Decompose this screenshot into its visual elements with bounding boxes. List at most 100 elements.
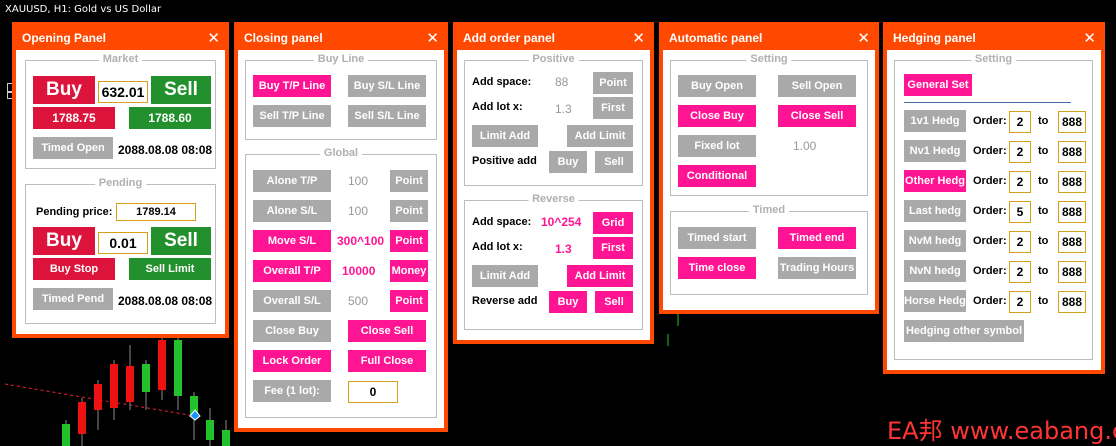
positive-lot-value[interactable]: 1.3 bbox=[555, 102, 572, 116]
pending-sell-button[interactable]: Sell bbox=[151, 227, 211, 255]
close-icon[interactable]: ✕ bbox=[426, 29, 439, 47]
hedging-panel-header[interactable]: Hedging panel ✕ bbox=[887, 26, 1101, 50]
close-icon[interactable]: ✕ bbox=[1083, 29, 1096, 47]
hedge-nvm-from-input[interactable]: 2 bbox=[1009, 231, 1031, 253]
sell-tp-line-button[interactable]: Sell T/P Line bbox=[253, 105, 331, 127]
buy-price-display[interactable]: 1788.75 bbox=[33, 107, 115, 129]
hedge-1v1-to-input[interactable]: 888 bbox=[1058, 111, 1086, 133]
timed-open-button[interactable]: Timed Open bbox=[33, 137, 113, 159]
buy-open-button[interactable]: Buy Open bbox=[678, 75, 756, 97]
conditional-button[interactable]: Conditional bbox=[678, 165, 756, 187]
auto-close-sell-button[interactable]: Close Sell bbox=[778, 105, 856, 127]
sell-price-display[interactable]: 1788.60 bbox=[129, 107, 211, 129]
market-buy-button[interactable]: Buy bbox=[33, 76, 95, 104]
overall-tp-value[interactable]: 10000 bbox=[342, 264, 375, 278]
alone-tp-value[interactable]: 100 bbox=[348, 174, 368, 188]
alone-sl-button[interactable]: Alone S/L bbox=[253, 200, 331, 222]
fixed-lot-button[interactable]: Fixed lot bbox=[678, 135, 756, 157]
trading-hours-button[interactable]: Trading Hours bbox=[778, 257, 856, 279]
opening-panel-header[interactable]: Opening Panel ✕ bbox=[16, 26, 225, 50]
lock-order-button[interactable]: Lock Order bbox=[253, 350, 331, 372]
overall-tp-unit-button[interactable]: Money bbox=[390, 260, 428, 282]
positive-limit-add-button[interactable]: Limit Add bbox=[472, 125, 538, 147]
timed-pend-button[interactable]: Timed Pend bbox=[33, 288, 113, 310]
close-buy-button[interactable]: Close Buy bbox=[253, 320, 331, 342]
reverse-sell-button[interactable]: Sell bbox=[595, 291, 633, 313]
alone-sl-value[interactable]: 100 bbox=[348, 204, 368, 218]
hedge-last-button[interactable]: Last hedg bbox=[904, 200, 966, 222]
hedge-nvn-button[interactable]: NvN hedg bbox=[904, 260, 966, 282]
hedge-1v1-from-input[interactable]: 2 bbox=[1009, 111, 1031, 133]
alone-tp-unit-button[interactable]: Point bbox=[390, 170, 428, 192]
general-set-button[interactable]: General Set bbox=[904, 74, 972, 96]
alone-tp-button[interactable]: Alone T/P bbox=[253, 170, 331, 192]
sell-sl-line-button[interactable]: Sell S/L Line bbox=[348, 105, 426, 127]
lot-size-input[interactable]: 632.01 bbox=[98, 81, 148, 103]
buy-sl-line-button[interactable]: Buy S/L Line bbox=[348, 75, 426, 97]
hedge-other-button[interactable]: Other Hedg bbox=[904, 170, 966, 192]
hedge-nvn-to-input[interactable]: 888 bbox=[1058, 261, 1086, 283]
closing-panel-header[interactable]: Closing panel ✕ bbox=[238, 26, 444, 50]
hedging-other-symbol-button[interactable]: Hedging other symbol bbox=[904, 320, 1024, 342]
auto-close-buy-button[interactable]: Close Buy bbox=[678, 105, 756, 127]
reverse-buy-button[interactable]: Buy bbox=[549, 291, 587, 313]
close-icon[interactable]: ✕ bbox=[632, 29, 645, 47]
overall-sl-unit-button[interactable]: Point bbox=[390, 290, 428, 312]
overall-sl-button[interactable]: Overall S/L bbox=[253, 290, 331, 312]
close-icon[interactable]: ✕ bbox=[207, 29, 220, 47]
sell-open-button[interactable]: Sell Open bbox=[778, 75, 856, 97]
market-sell-button[interactable]: Sell bbox=[151, 76, 211, 104]
fee-input[interactable]: 0 bbox=[348, 381, 398, 403]
positive-sell-button[interactable]: Sell bbox=[595, 151, 633, 173]
closing-panel-body: Buy Line Buy T/P Line Buy S/L Line Sell … bbox=[238, 50, 444, 428]
buy-stop-button[interactable]: Buy Stop bbox=[33, 258, 115, 280]
sell-limit-button[interactable]: Sell Limit bbox=[129, 258, 211, 280]
reverse-space-unit-button[interactable]: Grid bbox=[593, 212, 633, 234]
pending-lot-input[interactable]: 0.01 bbox=[98, 232, 148, 254]
hedge-nvn-from-input[interactable]: 2 bbox=[1009, 261, 1031, 283]
move-sl-unit-button[interactable]: Point bbox=[390, 230, 428, 252]
positive-add-limit-button[interactable]: Add Limit bbox=[567, 125, 633, 147]
buy-tp-line-button[interactable]: Buy T/P Line bbox=[253, 75, 331, 97]
hedge-1v1-button[interactable]: 1v1 Hedg bbox=[904, 110, 966, 132]
reverse-lot-unit-button[interactable]: First bbox=[593, 237, 633, 259]
time-close-button[interactable]: Time close bbox=[678, 257, 756, 279]
hedge-last-to-input[interactable]: 888 bbox=[1058, 201, 1086, 223]
buy-line-legend: Buy Line bbox=[313, 53, 369, 65]
fixed-lot-value[interactable]: 1.00 bbox=[793, 139, 816, 153]
hedge-other-from-input[interactable]: 2 bbox=[1009, 171, 1031, 193]
overall-sl-value[interactable]: 500 bbox=[348, 294, 368, 308]
alone-sl-unit-button[interactable]: Point bbox=[390, 200, 428, 222]
reverse-lot-value[interactable]: 1.3 bbox=[555, 242, 572, 256]
fee-button[interactable]: Fee (1 lot): bbox=[253, 380, 331, 402]
reverse-limit-add-button[interactable]: Limit Add bbox=[472, 265, 538, 287]
close-icon[interactable]: ✕ bbox=[857, 29, 870, 47]
positive-lot-unit-button[interactable]: First bbox=[593, 97, 633, 119]
pending-buy-button[interactable]: Buy bbox=[33, 227, 95, 255]
hedge-nvm-button[interactable]: NvM hedg bbox=[904, 230, 966, 252]
pending-price-input[interactable]: 1789.14 bbox=[116, 203, 196, 221]
add-order-panel-header[interactable]: Add order panel ✕ bbox=[457, 26, 650, 50]
timed-start-button[interactable]: Timed start bbox=[678, 227, 756, 249]
overall-tp-button[interactable]: Overall T/P bbox=[253, 260, 331, 282]
hedge-horse-button[interactable]: Horse Hedg bbox=[904, 290, 966, 312]
positive-buy-button[interactable]: Buy bbox=[549, 151, 587, 173]
timed-end-button[interactable]: Timed end bbox=[778, 227, 856, 249]
hedge-nv1-button[interactable]: Nv1 Hedg bbox=[904, 140, 966, 162]
positive-space-unit-button[interactable]: Point bbox=[593, 72, 633, 94]
hedge-other-to-input[interactable]: 888 bbox=[1058, 171, 1086, 193]
move-sl-value[interactable]: 300^100 bbox=[337, 234, 384, 248]
automatic-panel-header[interactable]: Automatic panel ✕ bbox=[663, 26, 875, 50]
full-close-button[interactable]: Full Close bbox=[348, 350, 426, 372]
hedge-last-from-input[interactable]: 5 bbox=[1009, 201, 1031, 223]
hedge-nvm-to-input[interactable]: 888 bbox=[1058, 231, 1086, 253]
close-sell-button[interactable]: Close Sell bbox=[348, 320, 426, 342]
move-sl-button[interactable]: Move S/L bbox=[253, 230, 331, 252]
positive-space-value[interactable]: 88 bbox=[555, 75, 568, 89]
reverse-add-limit-button[interactable]: Add Limit bbox=[567, 265, 633, 287]
hedge-nv1-to-input[interactable]: 888 bbox=[1058, 141, 1086, 163]
reverse-space-value[interactable]: 10^254 bbox=[541, 215, 581, 229]
hedge-horse-to-input[interactable]: 888 bbox=[1058, 291, 1086, 313]
hedge-horse-from-input[interactable]: 2 bbox=[1009, 291, 1031, 313]
hedge-nv1-from-input[interactable]: 2 bbox=[1009, 141, 1031, 163]
